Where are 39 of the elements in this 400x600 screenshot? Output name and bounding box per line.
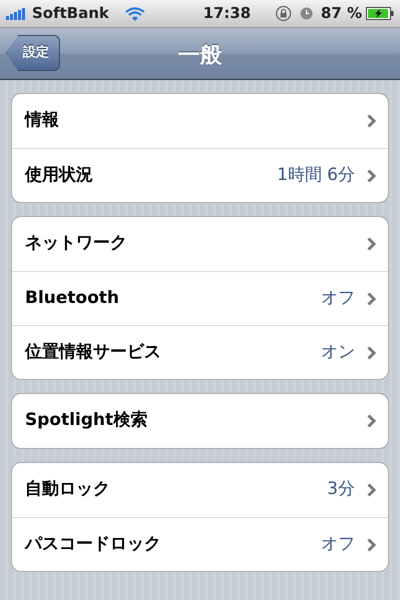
- clock-icon: [300, 7, 313, 20]
- row-label: 自動ロック: [25, 478, 110, 502]
- settings-row[interactable]: パスコードロック オフ: [12, 517, 388, 571]
- settings-row[interactable]: 自動ロック 3分: [12, 463, 388, 517]
- navigation-title: 一般: [178, 43, 222, 68]
- settings-row[interactable]: Spotlight検索: [12, 394, 388, 448]
- chevron-icon: [367, 346, 376, 360]
- row-label: Spotlight検索: [25, 409, 148, 432]
- back-button[interactable]: 設定: [6, 35, 60, 71]
- battery-icon: [366, 7, 394, 20]
- settings-row[interactable]: 使用状況 1時間 6分: [12, 148, 388, 202]
- settings-row[interactable]: ネットワーク: [12, 217, 388, 271]
- clock-time: 17:38: [202, 3, 251, 24]
- chevron-icon: [367, 237, 376, 251]
- chevron-icon: [367, 538, 376, 552]
- row-label: パスコードロック: [25, 532, 161, 556]
- row-value: オン: [321, 340, 355, 364]
- row-value: オフ: [321, 286, 355, 310]
- row-label: ネットワーク: [25, 232, 127, 256]
- carrier-name: SoftBank: [32, 3, 110, 24]
- row-label: Bluetooth: [25, 286, 120, 310]
- row-value: 1時間 6分: [276, 164, 355, 187]
- settings-row[interactable]: 位置情報サービス オン: [12, 325, 388, 379]
- battery-percentage: 87 %: [320, 3, 362, 24]
- row-value: オフ: [321, 532, 355, 556]
- settings-row[interactable]: Bluetooth オフ: [12, 271, 388, 325]
- chevron-icon: [367, 414, 376, 428]
- row-label: 使用状況: [25, 164, 93, 187]
- rotation-lock-icon: [274, 5, 292, 22]
- row-label: 情報: [25, 109, 59, 132]
- signal-icon: [6, 8, 28, 20]
- chevron-icon: [367, 292, 376, 306]
- chevron-icon: [367, 168, 376, 182]
- chevron-icon: [367, 483, 376, 497]
- row-value: 3分: [327, 478, 355, 502]
- row-label: 位置情報サービス: [25, 340, 161, 364]
- wifi-icon: [125, 6, 146, 20]
- chevron-icon: [367, 114, 376, 128]
- settings-row[interactable]: 情報: [12, 94, 388, 148]
